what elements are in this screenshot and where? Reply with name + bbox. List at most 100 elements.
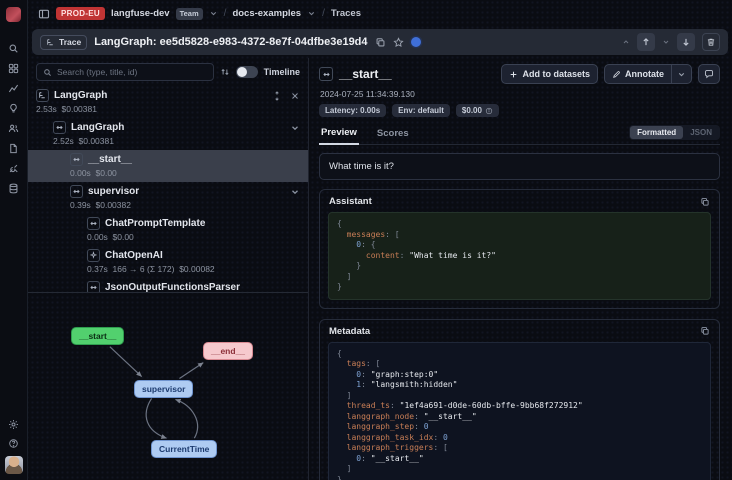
metadata-card: Metadata { tags: [ 0: "graph:step:0" 1: … <box>319 319 720 480</box>
tree-row-langgraph[interactable]: LangGraph 2.52s $0.00381 <box>28 118 308 150</box>
help-icon <box>8 438 19 449</box>
nav-rail-bottom <box>5 418 23 474</box>
public-indicator[interactable] <box>411 37 421 47</box>
expand-all-icon[interactable] <box>272 91 282 101</box>
timeline-label: Timeline <box>264 67 300 77</box>
tree-search-input[interactable] <box>57 67 207 77</box>
graph-node-end[interactable]: __end__ <box>203 342 253 360</box>
nav-prompts-button[interactable] <box>6 102 22 115</box>
settings-button[interactable] <box>6 418 22 431</box>
add-to-datasets-button[interactable]: Add to datasets <box>501 64 598 84</box>
breadcrumb-section[interactable]: Traces <box>331 8 361 19</box>
gear-icon <box>8 419 19 430</box>
copy-icon <box>700 326 710 336</box>
chevron-down-icon <box>662 38 670 46</box>
copy-metadata-button[interactable] <box>700 326 710 336</box>
copy-assistant-button[interactable] <box>700 197 710 207</box>
assistant-json: { messages: [ 0: { content: "What time i… <box>328 212 711 300</box>
nav-datasets-button[interactable] <box>6 142 22 155</box>
delete-trace-button[interactable] <box>702 33 720 51</box>
next-trace-button[interactable] <box>677 33 695 51</box>
tree-row-chatopenai[interactable]: ChatOpenAI 0.37s 166 → 6 (Σ 172) $0.0008… <box>28 246 308 278</box>
copy-icon <box>700 197 710 207</box>
copy-trace-id-button[interactable] <box>375 37 386 48</box>
observation-timestamp: 2024-07-25 11:34:39.130 <box>320 89 720 99</box>
span-icon <box>319 67 333 81</box>
nav-dashboard-button[interactable] <box>6 62 22 75</box>
tree-row-label: LangGraph <box>54 90 107 101</box>
prev-trace-hint <box>622 38 630 46</box>
annotate-dropdown-button[interactable] <box>671 65 691 83</box>
reorder-button[interactable] <box>220 67 230 77</box>
env-badge[interactable]: Env: default <box>392 104 450 117</box>
tree-row-supervisor[interactable]: supervisor 0.39s $0.00382 <box>28 182 308 214</box>
tree-row-trace[interactable]: LangGraph 2.53s $0.00381 <box>28 86 308 118</box>
nav-tracing-button[interactable] <box>6 82 22 95</box>
user-avatar[interactable] <box>5 456 23 474</box>
add-to-datasets-label: Add to datasets <box>522 69 590 79</box>
project-switcher-button[interactable] <box>307 9 316 18</box>
file-icon <box>8 143 19 154</box>
tree-row-jsonoutputfunctionsparser[interactable]: JsonOutputFunctionsParser <box>28 278 308 292</box>
observation-title: __start__ <box>339 67 392 81</box>
collapse-node-button[interactable] <box>290 123 300 133</box>
panel-left-icon <box>38 8 50 20</box>
nav-playground-button[interactable] <box>6 162 22 175</box>
bookmark-trace-button[interactable] <box>393 37 404 48</box>
help-button[interactable] <box>6 437 22 450</box>
environment-badge[interactable]: PROD-EU <box>56 7 105 20</box>
collapse-node-button[interactable] <box>290 187 300 197</box>
breadcrumb-separator: / <box>322 8 325 19</box>
format-json-button[interactable]: JSON <box>683 126 719 139</box>
annotate-button[interactable]: Annotate <box>605 65 671 83</box>
database-icon <box>8 183 19 194</box>
plus-icon <box>509 70 518 79</box>
tree-row-start-selected[interactable]: __start__ 0.00s $0.00 <box>28 150 308 182</box>
breadcrumb: PROD-EU langfuse-dev Team / docs-example… <box>28 0 732 27</box>
tree-row-label: JsonOutputFunctionsParser <box>105 282 240 292</box>
org-switcher-button[interactable] <box>209 9 218 18</box>
trace-type-badge[interactable]: Trace <box>40 35 87 50</box>
comments-button[interactable] <box>698 64 720 84</box>
nav-users-button[interactable] <box>6 122 22 135</box>
breadcrumb-separator: / <box>224 8 227 19</box>
metadata-card-header: Metadata <box>320 320 719 342</box>
info-icon <box>485 107 493 115</box>
timeline-toggle[interactable] <box>236 66 258 78</box>
tab-scores[interactable]: Scores <box>375 126 411 144</box>
cost-badge[interactable]: $0.00 <box>456 104 499 117</box>
langfuse-logo[interactable] <box>6 7 21 22</box>
search-icon <box>43 68 52 77</box>
graph-node-supervisor[interactable]: supervisor <box>134 380 193 398</box>
tree-row-stats: 0.39s $0.00382 <box>70 200 300 210</box>
sidebar-toggle-button[interactable] <box>38 8 50 20</box>
star-icon <box>393 37 404 48</box>
graph-node-currenttime[interactable]: CurrentTime <box>151 440 217 458</box>
nav-search-button[interactable] <box>6 42 22 55</box>
trace-title: LangGraph: ee5d5828-e983-4372-8e7f-04dfb… <box>94 36 367 48</box>
chevron-up-icon <box>622 38 630 46</box>
format-formatted-button[interactable]: Formatted <box>630 126 683 139</box>
prev-trace-button[interactable] <box>637 33 655 51</box>
dashboard-icon <box>8 63 19 74</box>
sort-arrows-icon <box>220 67 230 77</box>
arrow-down-icon <box>681 37 691 47</box>
agent-graph-view: __start__ __end__ supervisor CurrentTime <box>28 292 308 480</box>
breadcrumb-org[interactable]: langfuse-dev <box>111 8 170 19</box>
trace-tree-panel: Timeline LangGraph 2.53s $0.00381 <box>28 58 309 480</box>
latency-badge[interactable]: Latency: 0.00s <box>319 104 386 117</box>
assistant-card-header: Assistant <box>320 190 719 212</box>
tree-row-stats: 2.53s $0.00381 <box>36 104 300 114</box>
graph-node-start[interactable]: __start__ <box>71 327 124 345</box>
detail-header: __start__ Add to datasets Annotate <box>319 64 720 84</box>
observation-tree: LangGraph 2.53s $0.00381 LangGraph <box>28 86 308 292</box>
arrow-up-icon <box>641 37 651 47</box>
tree-row-stats: 0.00s $0.00 <box>70 168 300 178</box>
chevron-down-icon <box>209 9 218 18</box>
collapse-all-icon[interactable] <box>290 91 300 101</box>
tab-preview[interactable]: Preview <box>319 125 359 145</box>
nav-database-button[interactable] <box>6 182 22 195</box>
tracing-icon <box>8 83 19 94</box>
tree-row-chatprompttemplate[interactable]: ChatPromptTemplate 0.00s $0.00 <box>28 214 308 246</box>
breadcrumb-project[interactable]: docs-examples <box>232 8 301 19</box>
